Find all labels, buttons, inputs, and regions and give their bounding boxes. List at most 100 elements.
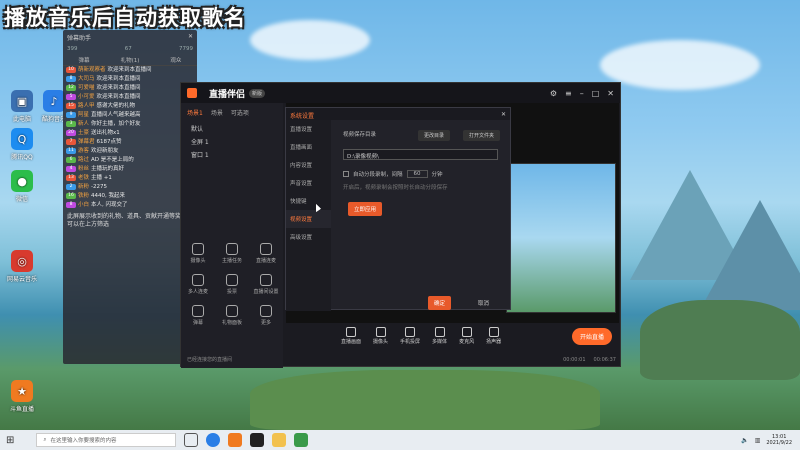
- bottom-tool-button[interactable]: 直播画面: [341, 326, 361, 345]
- settings-menu-item[interactable]: 高级设置: [286, 228, 331, 246]
- game-icon: ★: [11, 380, 33, 402]
- tool-button[interactable]: 摄像头: [181, 243, 215, 264]
- settings-menu: 直播设置 直播画面 内容设置 声音设置 快捷键 视频设置 高级设置: [286, 120, 331, 311]
- stat-value: 7799: [179, 46, 193, 52]
- username[interactable]: 可爱喵: [78, 85, 95, 92]
- username[interactable]: 小可爱: [78, 94, 95, 101]
- stats-row: 399 67 7799: [63, 44, 197, 56]
- ok-button[interactable]: 确定: [428, 296, 452, 310]
- scene-item[interactable]: 全屏 1: [181, 135, 283, 148]
- app-icon[interactable]: [294, 433, 309, 447]
- bottom-tool-icon: [488, 326, 499, 337]
- desktop-icon[interactable]: ▣ 此电脑: [4, 90, 40, 123]
- split-checkbox[interactable]: [343, 171, 349, 177]
- maximize-icon[interactable]: □: [592, 89, 600, 98]
- tool-button[interactable]: 多人连麦: [181, 274, 215, 295]
- minimize-icon[interactable]: –: [580, 89, 584, 98]
- chat-message: 11 游客 欢迎新朋友: [63, 147, 197, 156]
- bottom-tool-button[interactable]: 麦克风: [459, 326, 474, 345]
- folder-icon[interactable]: [272, 433, 287, 447]
- tool-button[interactable]: 直播间设置: [249, 274, 283, 295]
- message-text: 6187点赞: [96, 139, 122, 145]
- level-badge: 20: [66, 130, 76, 136]
- app-name: 直播伴侣: [209, 89, 246, 100]
- scene-item[interactable]: 窗口 1: [181, 148, 283, 161]
- bottom-tool-label: 手机投屏: [400, 338, 421, 345]
- username[interactable]: 萌新观察者: [78, 67, 106, 74]
- tool-button[interactable]: 弹幕: [181, 305, 215, 326]
- clock[interactable]: 13:01 2021/9/22: [766, 434, 792, 446]
- bottom-tool-button[interactable]: 手机投屏: [400, 326, 421, 345]
- close-icon[interactable]: ✕: [607, 89, 614, 98]
- settings-menu-item[interactable]: 直播设置: [286, 120, 331, 138]
- tool-button[interactable]: 更多: [249, 305, 283, 326]
- cancel-button[interactable]: 取消: [478, 299, 489, 307]
- desktop-icon[interactable]: ★ 斗鱼直播: [4, 380, 40, 413]
- username[interactable]: 路过: [78, 157, 89, 164]
- settings-menu-item[interactable]: 视频设置: [286, 210, 331, 228]
- desktop-icon[interactable]: Q 腾讯QQ: [4, 128, 40, 161]
- username[interactable]: 小白: [78, 202, 89, 209]
- tab-viewers[interactable]: 观众: [170, 56, 181, 65]
- tab-scene[interactable]: 场景: [211, 108, 223, 117]
- tab-scene-1[interactable]: 场景1: [187, 108, 203, 117]
- bottom-tool-button[interactable]: 扬声器: [486, 326, 502, 345]
- chat-message: 20 土豪 送出礼物x1: [63, 129, 197, 138]
- settings-menu-item[interactable]: 声音设置: [286, 174, 331, 192]
- network-icon[interactable]: ▥: [755, 437, 761, 444]
- username[interactable]: 铁粉: [78, 193, 89, 200]
- scene-item[interactable]: 默认: [181, 122, 283, 135]
- tool-button[interactable]: 投票: [215, 274, 249, 295]
- tool-button[interactable]: 直播连麦: [249, 243, 283, 264]
- level-badge: 6: [66, 157, 76, 163]
- tab-danmaku[interactable]: 弹幕: [79, 56, 90, 65]
- username[interactable]: 新人: [78, 121, 89, 128]
- username[interactable]: 弹幕君: [78, 139, 95, 146]
- bottom-tool-label: 扬声器: [486, 338, 502, 345]
- username[interactable]: 粉丝: [78, 166, 89, 173]
- bottom-tool-button[interactable]: 摄像头: [373, 326, 388, 345]
- open-folder-button[interactable]: 打开文件夹: [463, 130, 501, 141]
- username[interactable]: 新粉: [78, 184, 89, 191]
- desktop-icon-label: 斗鱼直播: [9, 406, 34, 413]
- start-live-button[interactable]: 开始直播: [571, 328, 612, 345]
- settings-menu-item[interactable]: 内容设置: [286, 156, 331, 174]
- interval-input[interactable]: 60: [406, 170, 428, 178]
- browser-icon[interactable]: [206, 433, 221, 447]
- apply-button[interactable]: 立即应用: [348, 202, 383, 216]
- close-icon[interactable]: ✕: [501, 111, 506, 118]
- close-icon[interactable]: ✕: [188, 33, 193, 41]
- overlay-title: 播放音乐后自动获取歌名: [4, 6, 246, 30]
- menu-icon[interactable]: ≡: [565, 89, 572, 98]
- tab-options[interactable]: 可选项: [231, 108, 249, 117]
- username[interactable]: 阿星: [78, 112, 89, 119]
- change-dir-button[interactable]: 更改目录: [418, 130, 451, 141]
- chat-message: 8 大司马 欢迎来到本直播间: [63, 75, 197, 84]
- windows-start-icon[interactable]: ⊞: [6, 435, 14, 446]
- app-icon[interactable]: [228, 433, 243, 447]
- username[interactable]: 路人甲: [78, 103, 95, 110]
- settings-icon[interactable]: ⚙: [550, 89, 557, 98]
- search-box[interactable]: ⌕ 在这里输入你要搜索的内容: [36, 433, 177, 447]
- volume-icon[interactable]: 🔈: [741, 437, 748, 444]
- message-text: 欢迎来到本直播间: [96, 85, 141, 91]
- username[interactable]: 土豪: [78, 130, 89, 137]
- username[interactable]: 大司马: [78, 76, 95, 83]
- tool-button[interactable]: 礼物面板: [215, 305, 249, 326]
- task-view-icon[interactable]: [184, 433, 199, 447]
- desktop-icon[interactable]: ◎ 网易云音乐: [4, 250, 40, 283]
- app-icon[interactable]: [250, 433, 265, 447]
- level-badge: 10: [66, 67, 76, 73]
- qq-icon: Q: [11, 128, 33, 150]
- settings-menu-item[interactable]: 直播画面: [286, 138, 331, 156]
- tool-button[interactable]: 主播任务: [215, 243, 249, 264]
- tool-label: 多人连麦: [187, 289, 208, 295]
- username[interactable]: 老铁: [78, 175, 89, 182]
- save-path-field[interactable]: D:\录像视频\: [343, 149, 498, 160]
- bottom-tool-button[interactable]: 多媒体: [432, 326, 447, 345]
- tab-gifts[interactable]: 礼物(1): [121, 56, 140, 65]
- search-placeholder: 在这里输入你要搜索的内容: [50, 438, 117, 444]
- username[interactable]: 游客: [78, 148, 89, 155]
- settings-menu-item[interactable]: 快捷键: [286, 192, 331, 210]
- desktop-icon[interactable]: ● 微信: [4, 170, 40, 203]
